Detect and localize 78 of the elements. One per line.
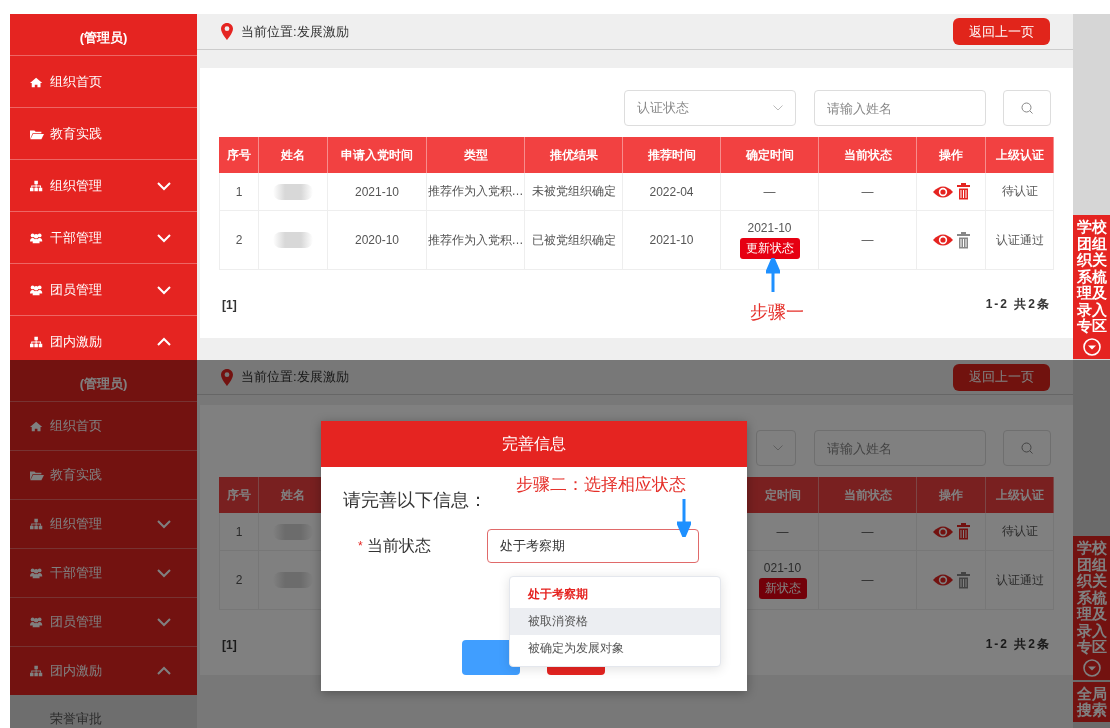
side-tab-label: 学校团组织关系梳理及录入专区: [1076, 540, 1107, 656]
table-cell: 待认证: [986, 173, 1054, 211]
table-cell: 认证通过: [986, 551, 1054, 610]
side-tab-label: 学校团组织关系梳理及录入专区: [1076, 219, 1107, 335]
user-role: (管理员): [79, 374, 128, 393]
sidebar-item-label: 干部管理: [50, 228, 103, 247]
sidebar-item-label: 团员管理: [50, 280, 103, 299]
dropdown-option[interactable]: 被确定为发展对象: [510, 635, 720, 662]
step-annotation: 步骤一: [750, 301, 804, 324]
table-cell: 未被党组织确定: [525, 173, 623, 211]
sidebar-item-label: 组织管理: [50, 176, 103, 195]
sidebar-item-label: 组织管理: [50, 515, 103, 533]
breadcrumb-text: 当前位置:发展激励: [241, 22, 349, 41]
table-cell: 已被党组织确定: [525, 211, 623, 270]
sidebar-item-label: 干部管理: [50, 564, 103, 582]
dialog-prompt: 请完善以下信息：: [343, 489, 487, 512]
column-header: 上级认证: [986, 477, 1054, 513]
update-status-button[interactable]: 更新状态: [739, 238, 800, 259]
name-input[interactable]: 请输入姓名: [814, 90, 986, 126]
sidebar-item-label: 团内激励: [50, 662, 103, 680]
table-cell: 待认证: [986, 513, 1054, 551]
table-cell: 2020-10: [328, 211, 427, 270]
column-header: 确定时间: [721, 137, 819, 173]
sidebar-item-label: 组织首页: [50, 417, 103, 435]
sidebar-item-label: 教育实践: [50, 466, 103, 484]
column-header: 当前状态: [819, 477, 917, 513]
column-header: 推优结果: [525, 137, 623, 173]
table-cell: 1: [219, 173, 259, 211]
sidebar-item-label: 组织首页: [50, 72, 103, 91]
step-annotation: 步骤二：选择相应状态: [516, 474, 686, 496]
table-cell: —: [721, 173, 819, 211]
table-cell: —: [819, 513, 917, 551]
column-header: 操作: [917, 477, 986, 513]
column-header: 定时间: [747, 477, 819, 513]
submenu-item[interactable]: 荣誉审批: [10, 695, 197, 728]
table-cell: 推荐作为入党积…: [427, 211, 525, 270]
column-header: 推荐时间: [623, 137, 721, 173]
field-label: 当前状态: [366, 535, 431, 556]
column-header: 姓名: [259, 137, 328, 173]
table-cell: 推荐作为入党积…: [427, 173, 525, 211]
update-status-button[interactable]: 新状态: [758, 578, 807, 599]
table-cell: 2021-10: [747, 221, 792, 235]
dropdown-option[interactable]: 被取消资格: [510, 608, 720, 635]
pagination-summary: 1-2 共2条: [985, 636, 1051, 653]
table-cell: 认证通过: [986, 211, 1054, 270]
table-cell: 2021-10: [328, 173, 427, 211]
table-cell: 2022-04: [623, 173, 721, 211]
required-mark: *: [358, 539, 363, 553]
side-tab[interactable]: 学校团组织关系梳理及录入专区: [1073, 215, 1110, 360]
column-header: 操作: [917, 137, 986, 173]
dialog-title: 完善信息: [321, 421, 747, 467]
table-cell: 2021-10: [623, 211, 721, 270]
sidebar-item-label: 教育实践: [50, 124, 103, 143]
table-cell: 2: [219, 211, 259, 270]
back-button[interactable]: 返回上一页: [953, 18, 1050, 45]
table-cell: —: [819, 173, 917, 211]
table-cell: 1: [219, 513, 259, 551]
table-cell: 021-10: [763, 561, 802, 575]
table-cell: —: [819, 551, 917, 610]
status-select[interactable]: 处于考察期: [487, 529, 699, 563]
dropdown-option[interactable]: 处于考察期: [510, 581, 720, 608]
column-header: 类型: [427, 137, 525, 173]
column-header: 申请入党时间: [328, 137, 427, 173]
column-header: 序号: [219, 477, 259, 513]
sidebar-item-label: 团内激励: [50, 332, 103, 351]
column-header: 上级认证: [986, 137, 1054, 173]
page-link[interactable]: [1]: [222, 297, 237, 312]
table-cell: 2: [219, 551, 259, 610]
user-role: (管理员): [79, 28, 128, 47]
page-link[interactable]: [1]: [222, 637, 237, 652]
pagination-summary: 1-2 共2条: [985, 296, 1051, 313]
breadcrumb-text: 当前位置:发展激励: [241, 368, 349, 386]
column-header: 序号: [219, 137, 259, 173]
column-header: 当前状态: [819, 137, 917, 173]
table-cell: —: [819, 211, 917, 270]
sidebar-item-label: 团员管理: [50, 613, 103, 631]
side-tab[interactable]: 学校团组织关系梳理及录入专区: [1073, 536, 1110, 682]
status-select[interactable]: 认证状态: [624, 90, 796, 126]
